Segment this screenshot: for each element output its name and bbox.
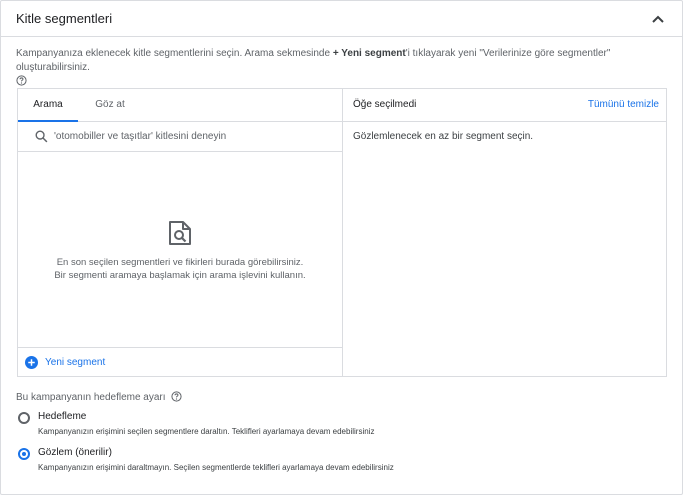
empty-state-line-2: Bir segmenti aramaya başlamak için arama…	[54, 270, 306, 281]
browser-tabs: Arama Göz at	[18, 89, 342, 122]
targeting-option-description: Kampanyanızın erişimini seçilen segmentl…	[38, 427, 375, 436]
chevron-up-icon[interactable]	[650, 11, 666, 27]
tab-search[interactable]: Arama	[18, 89, 78, 122]
observation-option-label: Gözlem (önerilir)	[38, 447, 112, 458]
new-segment-button[interactable]: Yeni segment	[18, 347, 342, 377]
selected-header: Öğe seçilmedi Tümünü temizle	[343, 89, 666, 122]
tab-browse-label: Göz at	[95, 99, 125, 110]
targeting-setting-title: Bu kampanyanın hedefleme ayarı	[16, 391, 182, 403]
help-icon[interactable]	[16, 75, 27, 86]
tab-search-label: Arama	[33, 99, 63, 110]
empty-state-text: En son seçilen segmentleri ve fikirleri …	[18, 256, 342, 282]
panel-header[interactable]: Kitle segmentleri	[1, 1, 682, 37]
selection-hint: Gözlemlenecek en az bir segment seçin.	[353, 131, 534, 142]
segment-browser: Arama Göz at En	[18, 89, 343, 376]
targeting-setting-label: Bu kampanyanın hedefleme ayarı	[16, 392, 166, 403]
observation-option-description: Kampanyanızın erişimini daraltmayın. Seç…	[38, 463, 394, 472]
targeting-radio[interactable]	[18, 412, 30, 424]
help-icon[interactable]	[171, 391, 182, 402]
segment-picker: Arama Göz at En	[17, 88, 667, 377]
panel-description: Kampanyanıza eklenecek kitle segmentleri…	[16, 47, 671, 89]
clear-all-button[interactable]: Tümünü temizle	[588, 99, 659, 110]
add-circle-icon	[25, 356, 38, 369]
description-new-segment: + Yeni segment	[332, 48, 406, 59]
document-search-icon	[169, 221, 191, 245]
no-selection-label: Öğe seçilmedi	[353, 99, 417, 110]
search-row	[18, 122, 342, 152]
search-icon	[35, 130, 48, 143]
segment-search-input[interactable]	[54, 127, 324, 145]
targeting-option-label: Hedefleme	[38, 411, 87, 422]
observation-radio[interactable]	[18, 448, 30, 460]
panel-title: Kitle segmentleri	[16, 11, 113, 26]
audience-segments-panel: Kitle segmentleri Kampanyanıza eklenecek…	[0, 0, 683, 495]
description-text: Kampanyanıza eklenecek kitle segmentleri…	[16, 48, 333, 59]
tab-browse[interactable]: Göz at	[82, 89, 138, 121]
new-segment-label: Yeni segment	[45, 357, 106, 368]
selected-segments: Öğe seçilmedi Tümünü temizle Gözlemlenec…	[343, 89, 666, 376]
empty-state-line-1: En son seçilen segmentleri ve fikirleri …	[56, 257, 304, 268]
